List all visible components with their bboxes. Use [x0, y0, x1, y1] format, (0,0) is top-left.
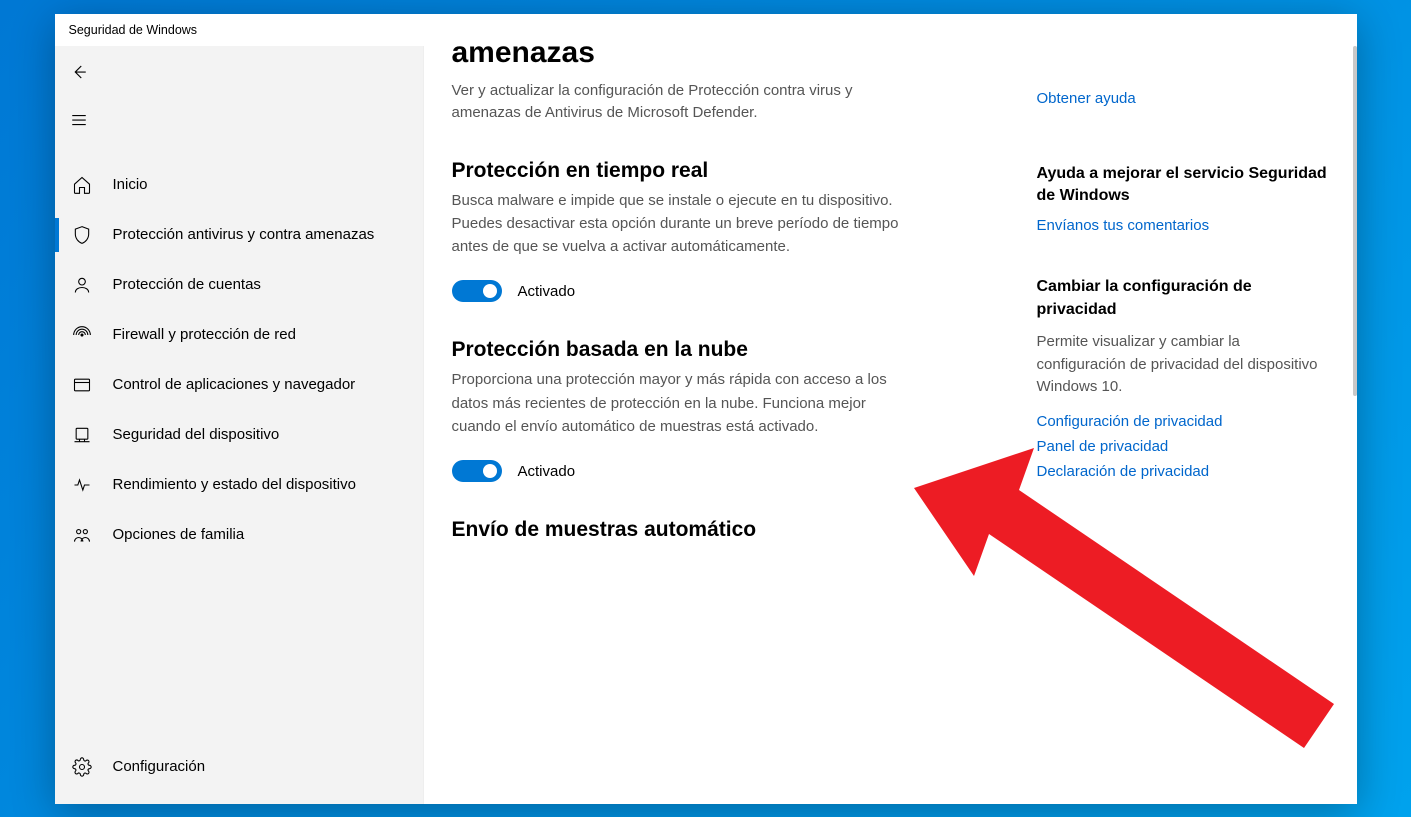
toggle-label: Activado [518, 463, 576, 480]
titlebar: Seguridad de Windows    [55, 14, 1357, 46]
toggle-realtime[interactable] [452, 280, 502, 302]
page-desc: Ver y actualizar la configuración de Pro… [452, 80, 912, 125]
privacy-title: Cambiar la configuración de privacidad [1037, 276, 1333, 321]
section-title: Envío de muestras automático [452, 518, 912, 542]
family-icon [69, 525, 95, 545]
section-desc: Proporciona una protección mayor y más r… [452, 368, 912, 438]
sidebar-list: Inicio Protección antivirus y contra amen… [55, 160, 423, 560]
sidebar-item-family[interactable]: Opciones de familia [55, 510, 423, 560]
section-cloud: Protección basada en la nube Proporciona … [452, 338, 912, 482]
right-panel: Obtener ayuda Ayuda a mejorar el servici… [1027, 46, 1357, 804]
privacy-link-1[interactable]: Panel de privacidad [1037, 438, 1333, 455]
sidebar-item-label: Protección antivirus y contra amenazas [113, 226, 375, 243]
sidebar: Inicio Protección antivirus y contra amen… [55, 46, 424, 804]
account-icon [69, 275, 95, 295]
toggle-cloud[interactable] [452, 460, 502, 482]
privacy-link-0[interactable]: Configuración de privacidad [1037, 413, 1333, 430]
main-content: amenazas Ver y actualizar la configuraci… [424, 46, 1027, 804]
sidebar-item-virus[interactable]: Protección antivirus y contra amenazas [55, 210, 423, 260]
sidebar-item-health[interactable]: Rendimiento y estado del dispositivo [55, 460, 423, 510]
section-samples: Envío de muestras automático [452, 518, 912, 542]
menu-icon [70, 111, 88, 129]
section-title: Protección en tiempo real [452, 159, 912, 183]
appbrowser-icon [69, 375, 95, 395]
sidebar-item-label: Opciones de familia [113, 526, 245, 543]
maximize-button[interactable]:  [1265, 14, 1311, 46]
window-title: Seguridad de Windows [69, 23, 198, 37]
scrollbar[interactable] [1353, 46, 1357, 804]
virus-icon [69, 225, 95, 245]
improve-title: Ayuda a mejorar el servicio Seguridad de… [1037, 163, 1333, 208]
section-realtime: Protección en tiempo real Busca malware e… [452, 159, 912, 303]
hamburger-button[interactable] [55, 98, 103, 142]
sidebar-item-label: Inicio [113, 176, 148, 193]
gear-icon [69, 757, 95, 777]
sidebar-item-label: Seguridad del dispositivo [113, 426, 280, 443]
section-title: Protección basada en la nube [452, 338, 912, 362]
page-title: amenazas [452, 46, 997, 70]
sidebar-settings-label: Configuración [113, 758, 206, 775]
sidebar-item-account[interactable]: Protección de cuentas [55, 260, 423, 310]
sidebar-item-appbrowser[interactable]: Control de aplicaciones y navegador [55, 360, 423, 410]
minimize-button[interactable]:  [1219, 14, 1265, 46]
home-icon [69, 175, 95, 195]
window: Seguridad de Windows    Inicio Protecc… [55, 14, 1357, 804]
health-icon [69, 475, 95, 495]
privacy-link-2[interactable]: Declaración de privacidad [1037, 463, 1333, 480]
device-icon [69, 425, 95, 445]
back-button[interactable] [55, 50, 103, 94]
help-link[interactable]: Obtener ayuda [1037, 90, 1333, 107]
section-desc: Busca malware e impide que se instale o … [452, 189, 912, 259]
firewall-icon [69, 325, 95, 345]
sidebar-item-device[interactable]: Seguridad del dispositivo [55, 410, 423, 460]
sidebar-item-label: Rendimiento y estado del dispositivo [113, 476, 356, 493]
sidebar-item-label: Protección de cuentas [113, 276, 261, 293]
sidebar-item-label: Control de aplicaciones y navegador [113, 376, 356, 393]
window-controls:    [1219, 14, 1357, 46]
close-button[interactable]:  [1311, 14, 1357, 46]
toggle-label: Activado [518, 283, 576, 300]
sidebar-item-firewall[interactable]: Firewall y protección de red [55, 310, 423, 360]
privacy-desc: Permite visualizar y cambiar la configur… [1037, 331, 1333, 399]
sidebar-item-home[interactable]: Inicio [55, 160, 423, 210]
feedback-link[interactable]: Envíanos tus comentarios [1037, 217, 1333, 234]
scrollbar-thumb[interactable] [1353, 46, 1357, 396]
sidebar-item-settings[interactable]: Configuración [55, 742, 423, 792]
sidebar-item-label: Firewall y protección de red [113, 326, 296, 343]
arrow-left-icon [70, 63, 88, 81]
